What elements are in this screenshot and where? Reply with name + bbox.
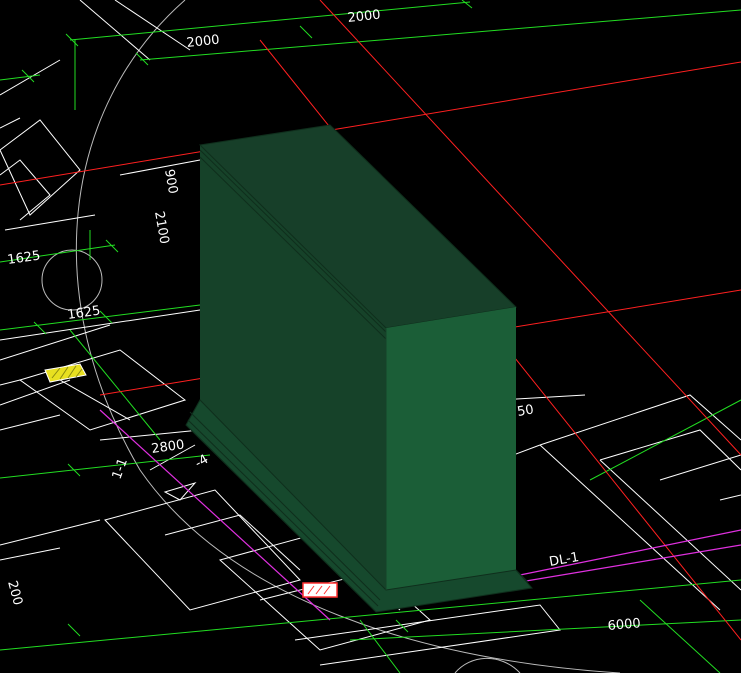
cad-3d-viewport[interactable]: 2000 2000 1625 1625 2800 6000 DL-1 900 2… <box>0 0 741 673</box>
small-label-50: 50 <box>516 402 535 420</box>
red-column-marker[interactable] <box>302 582 338 598</box>
dim-label-bottom-right: 6000 <box>607 616 641 634</box>
solid-front-face <box>386 307 516 590</box>
